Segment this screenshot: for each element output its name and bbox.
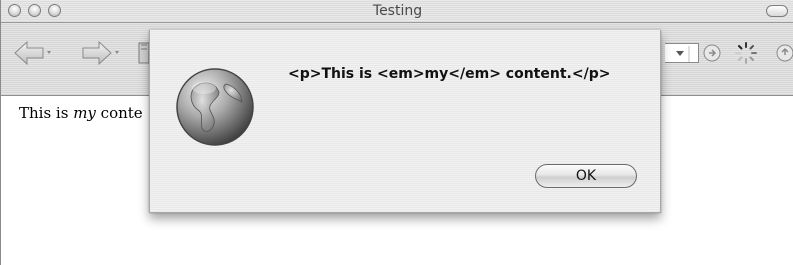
toolbar-toggle-button[interactable] xyxy=(766,5,788,17)
page-text-start: This is xyxy=(19,104,74,122)
go-icon[interactable] xyxy=(701,42,723,64)
ok-button[interactable]: OK xyxy=(535,164,637,188)
page-text-emphasis: my xyxy=(73,104,96,122)
address-dropdown-button[interactable] xyxy=(665,43,699,63)
window-title: Testing xyxy=(372,3,423,19)
snapback-icon[interactable] xyxy=(774,42,793,64)
forward-icon[interactable] xyxy=(81,39,121,67)
alert-dialog: <p>This is <em>my</em> content.</p> OK xyxy=(149,30,661,213)
spinner-icon xyxy=(735,42,757,64)
alert-message: <p>This is <em>my</em> content.</p> xyxy=(288,66,611,82)
dropdown-icon xyxy=(676,46,690,62)
browser-window: Testing This is my conte <p>This is <em>… xyxy=(0,0,793,265)
back-icon[interactable] xyxy=(13,39,53,67)
globe-icon xyxy=(176,68,254,146)
page-content: This is my conte xyxy=(19,104,143,122)
page-text-end: conte xyxy=(95,104,143,122)
title-bar: Testing xyxy=(1,0,793,23)
